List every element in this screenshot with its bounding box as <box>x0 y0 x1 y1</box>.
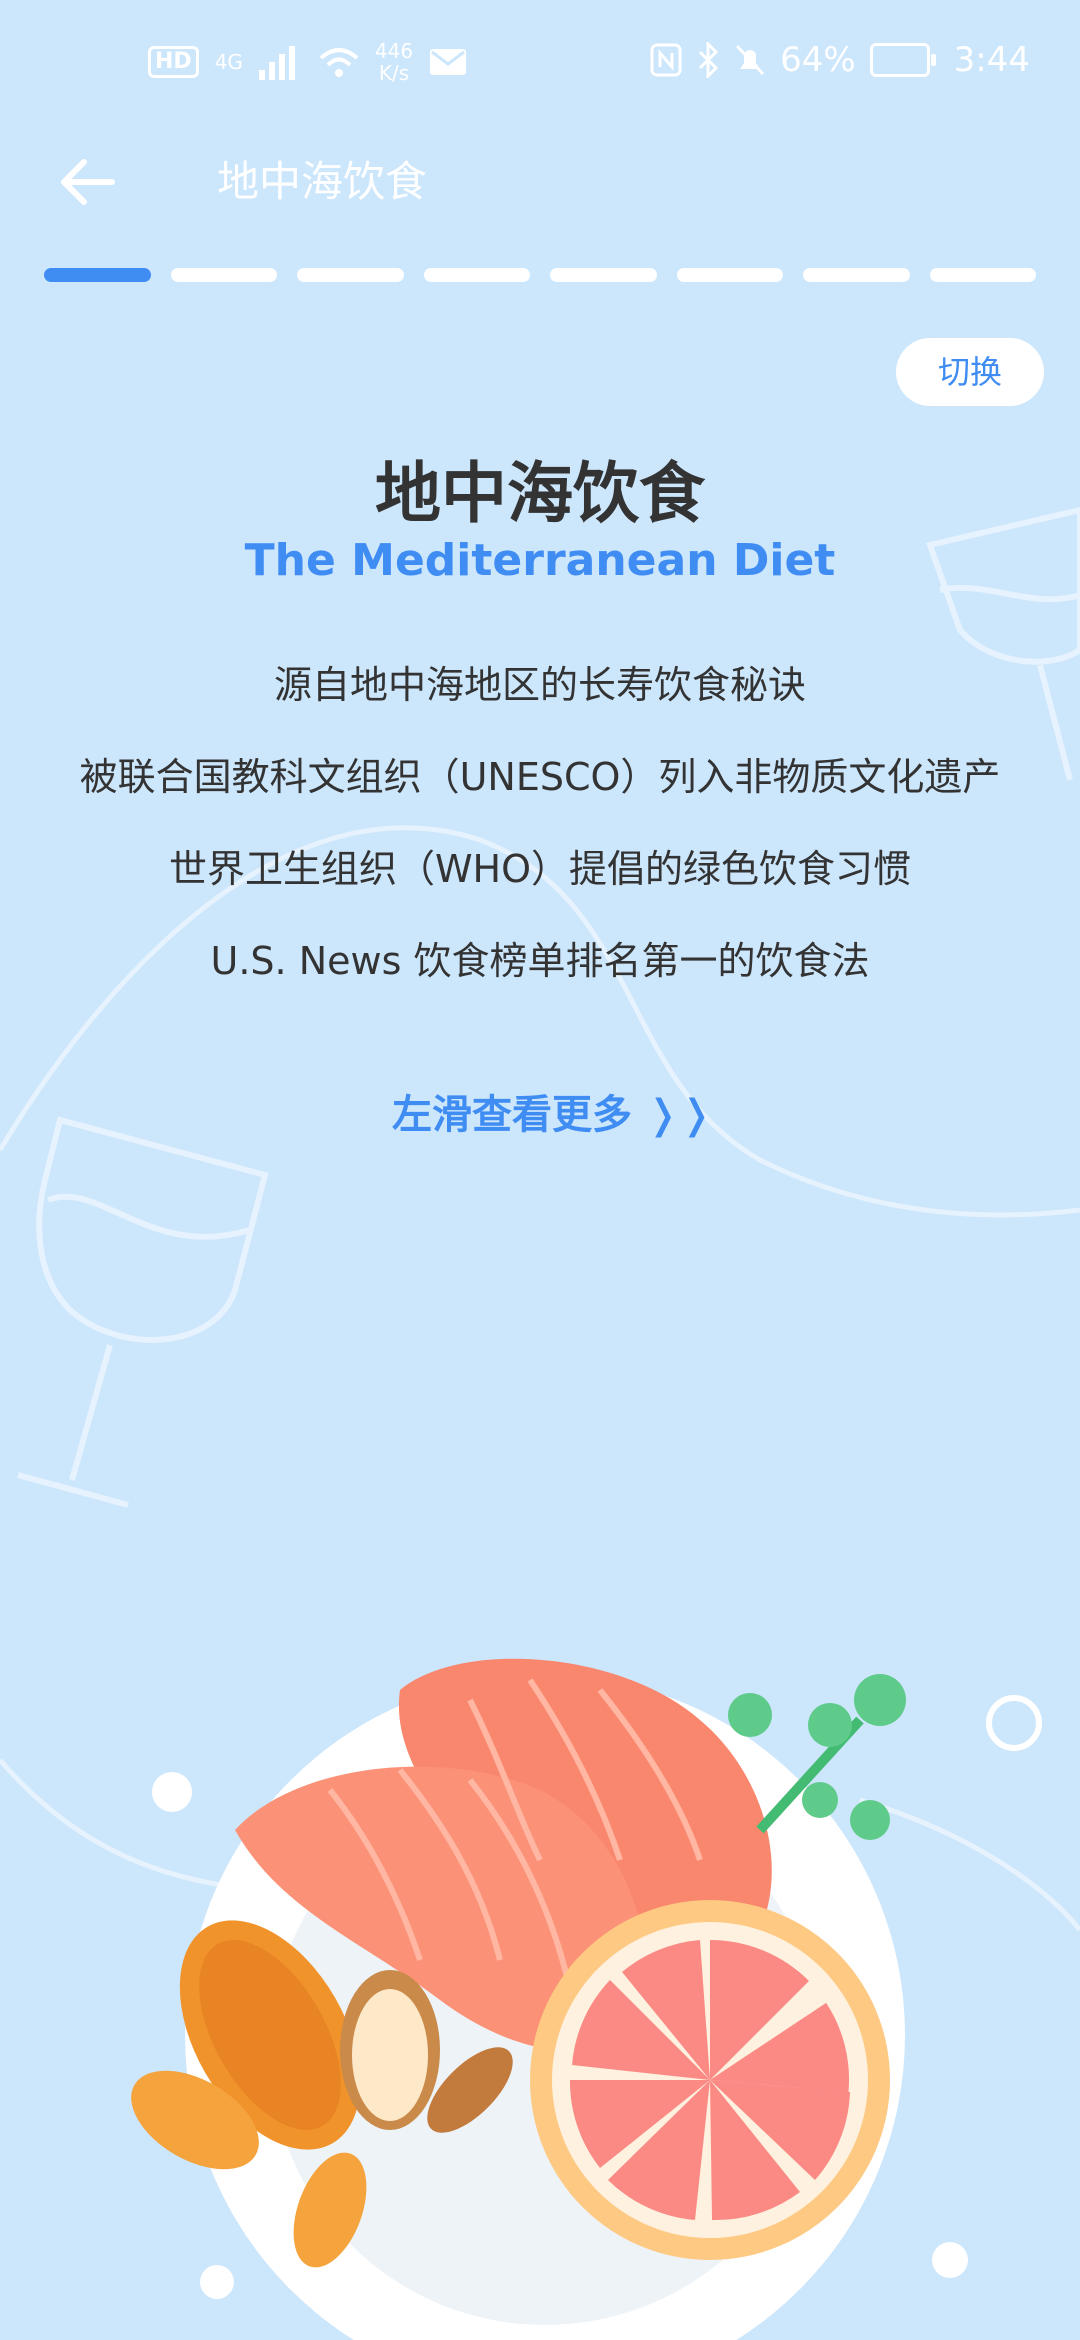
description-line: 被联合国教科文组织（UNESCO）列入非物质文化遗产 <box>79 755 1001 799</box>
network-speed-value: 446 <box>374 39 414 63</box>
food-illustration <box>131 1658 906 2340</box>
wifi-icon <box>319 48 359 77</box>
bluetooth-icon <box>699 42 719 78</box>
nfc-icon <box>650 43 682 77</box>
progress-segment <box>297 268 404 282</box>
network-speed-unit: K/s <box>378 61 410 85</box>
description-line: 源自地中海地区的长寿饮食秘诀 <box>273 663 806 707</box>
mail-icon <box>430 49 467 75</box>
wine-glass-icon <box>17 1116 269 1508</box>
description-line: U.S. News 饮食榜单排名第一的饮食法 <box>210 939 870 983</box>
mute-bell-icon <box>735 44 765 76</box>
status-left: HD 4G 446 K/s <box>148 40 467 84</box>
diet-subtitle: The Mediterranean Diet <box>244 535 836 586</box>
progress-segment <box>676 268 783 282</box>
description-line: 世界卫生组织（WHO）提倡的绿色饮食习惯 <box>168 847 912 891</box>
progress-segment <box>550 268 657 282</box>
signal-icon <box>258 46 295 80</box>
page-progress-indicator <box>44 268 1036 282</box>
status-right: 64% 3:44 <box>650 40 1030 80</box>
page-title: 地中海饮食 <box>217 157 428 206</box>
status-bar: HD 4G 446 K/s 64% 3:44 <box>0 0 1080 135</box>
network-speed: 446 K/s <box>375 40 413 84</box>
back-arrow-icon[interactable] <box>52 150 122 220</box>
progress-segment-active <box>44 268 151 282</box>
progress-segment <box>929 268 1036 282</box>
network-type: 4G <box>214 50 243 74</box>
clock: 3:44 <box>953 40 1030 80</box>
progress-segment <box>170 268 277 282</box>
progress-segment <box>423 268 530 282</box>
diet-description: 源自地中海地区的长寿饮食秘诀 被联合国教科文组织（UNESCO）列入非物质文化遗… <box>0 658 1080 1026</box>
switch-button[interactable]: 切换 <box>896 338 1044 406</box>
battery-percent: 64% <box>780 40 856 80</box>
battery-icon <box>869 43 936 77</box>
progress-segment <box>803 268 910 282</box>
hd-badge: HD <box>148 46 199 78</box>
swipe-more-hint[interactable]: 左滑查看更多 ❭❭ <box>0 1082 1080 1140</box>
diet-title: 地中海饮食 <box>375 455 705 532</box>
